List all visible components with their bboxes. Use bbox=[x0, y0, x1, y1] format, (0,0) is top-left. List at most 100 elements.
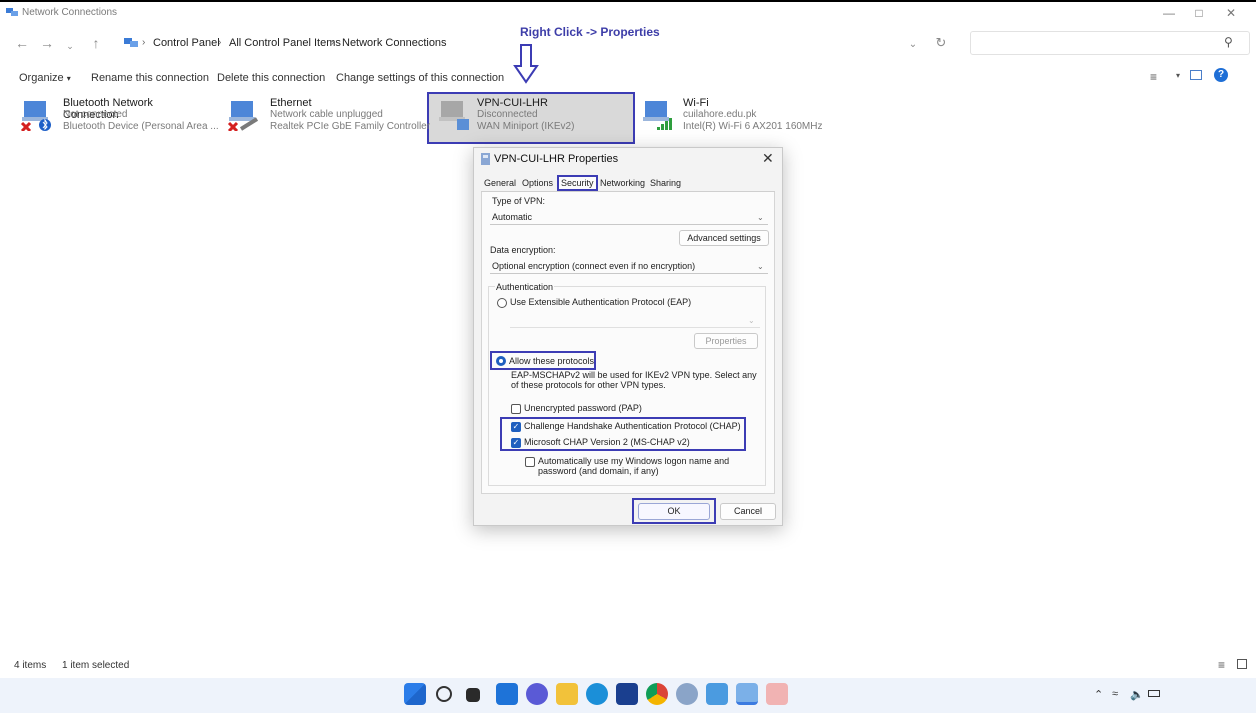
dialog-close-icon[interactable]: ✕ bbox=[762, 150, 774, 167]
snipping-tool-icon[interactable] bbox=[766, 683, 788, 705]
breadcrumb-network-connections[interactable]: Network Connections bbox=[342, 37, 447, 49]
help-icon[interactable]: ? bbox=[1214, 68, 1228, 82]
edge-icon[interactable] bbox=[586, 683, 608, 705]
change-settings-button[interactable]: Change settings of this connection bbox=[336, 72, 504, 84]
data-encryption-value: Optional encryption (connect even if no … bbox=[492, 261, 696, 271]
mschap-label: Microsoft CHAP Version 2 (MS-CHAP v2) bbox=[524, 437, 690, 447]
allow-protocols-radio[interactable] bbox=[496, 356, 506, 366]
status-selected-count: 1 item selected bbox=[62, 660, 130, 671]
tab-general[interactable]: General bbox=[484, 178, 516, 188]
preview-pane-icon[interactable] bbox=[1190, 70, 1202, 80]
back-arrow-icon[interactable]: ← bbox=[14, 36, 30, 50]
chap-checkbox[interactable]: ✓ bbox=[511, 422, 521, 432]
eap-radio[interactable] bbox=[497, 298, 507, 308]
connection-device: Bluetooth Device (Personal Area ... bbox=[63, 121, 219, 132]
refresh-icon[interactable]: ↻ bbox=[933, 36, 949, 50]
recent-locations-chevron-icon[interactable]: ⌄ bbox=[62, 39, 78, 53]
chrome-icon[interactable] bbox=[646, 683, 668, 705]
rename-connection-button[interactable]: Rename this connection bbox=[91, 72, 209, 84]
close-window-button[interactable]: ✕ bbox=[1216, 4, 1246, 22]
network-app-icon[interactable] bbox=[706, 683, 728, 705]
organize-menu[interactable]: Organize ▾ bbox=[19, 72, 71, 84]
pap-label: Unencrypted password (PAP) bbox=[524, 403, 642, 413]
minimize-button[interactable]: — bbox=[1154, 4, 1184, 22]
eap-properties-button: Properties bbox=[694, 333, 758, 349]
breadcrumb-separator: › bbox=[218, 37, 222, 48]
tab-security[interactable]: Security bbox=[557, 175, 598, 191]
ethernet-network-icon bbox=[227, 101, 259, 131]
breadcrumb-separator: › bbox=[331, 37, 335, 48]
delete-connection-button[interactable]: Delete this connection bbox=[217, 72, 325, 84]
connection-device: Realtek PCIe GbE Family Controller bbox=[270, 121, 431, 132]
mschap-checkbox[interactable]: ✓ bbox=[511, 438, 521, 448]
organize-chevron-icon: ▾ bbox=[66, 74, 71, 83]
annotation-down-arrow-icon bbox=[513, 44, 539, 84]
battery-tray-icon[interactable] bbox=[1148, 690, 1160, 697]
connection-bluetooth[interactable]: Bluetooth Network Connection Not connect… bbox=[20, 97, 219, 145]
authentication-label: Authentication bbox=[495, 282, 555, 292]
allow-protocols-label: Allow these protocols bbox=[509, 356, 595, 366]
control-panel-taskbar-icon[interactable] bbox=[736, 683, 758, 705]
breadcrumb-control-panel[interactable]: Control Panel bbox=[153, 37, 220, 49]
address-dropdown-chevron-icon[interactable]: ⌄ bbox=[905, 38, 921, 52]
start-icon[interactable] bbox=[404, 683, 426, 705]
search-icon[interactable]: ⚲ bbox=[1224, 35, 1233, 49]
settings-icon[interactable] bbox=[676, 683, 698, 705]
tab-sharing[interactable]: Sharing bbox=[650, 178, 681, 188]
tab-networking[interactable]: Networking bbox=[600, 178, 645, 188]
connection-status: Disconnected bbox=[477, 109, 538, 120]
cancel-button[interactable]: Cancel bbox=[720, 503, 776, 520]
up-arrow-icon[interactable]: ↑ bbox=[88, 36, 104, 50]
annotation-text: Right Click -> Properties bbox=[520, 25, 660, 39]
view-options-chevron-icon[interactable]: ▾ bbox=[1176, 71, 1180, 80]
wifi-network-icon bbox=[643, 101, 672, 130]
maximize-button[interactable]: □ bbox=[1184, 4, 1214, 22]
wifi-tray-icon[interactable]: ≈ bbox=[1112, 688, 1118, 700]
status-item-count: 4 items bbox=[14, 660, 47, 671]
tab-options[interactable]: Options bbox=[522, 178, 553, 188]
chat-icon[interactable] bbox=[526, 683, 548, 705]
eap-method-chevron-icon: ⌄ bbox=[748, 316, 755, 325]
network-connections-app-icon bbox=[6, 8, 18, 16]
type-of-vpn-select[interactable]: Automatic bbox=[490, 210, 768, 225]
chap-label: Challenge Handshake Authentication Proto… bbox=[524, 421, 741, 431]
eap-method-select bbox=[510, 313, 760, 328]
connection-vpn[interactable]: VPN-CUI-LHR Disconnected WAN Miniport (I… bbox=[437, 97, 627, 145]
ok-button[interactable]: OK bbox=[638, 503, 710, 520]
data-encryption-label: Data encryption: bbox=[490, 245, 556, 255]
show-hidden-icons-chevron[interactable]: ⌃ bbox=[1094, 688, 1103, 701]
type-of-vpn-label: Type of VPN: bbox=[492, 196, 546, 206]
organize-label: Organize bbox=[19, 72, 64, 84]
store-icon[interactable] bbox=[616, 683, 638, 705]
search-taskbar-icon[interactable] bbox=[436, 686, 452, 702]
autologon-checkbox[interactable] bbox=[525, 457, 535, 467]
connection-status: cuilahore.edu.pk bbox=[683, 109, 757, 120]
widgets-icon[interactable] bbox=[496, 683, 518, 705]
connection-wifi[interactable]: Wi-Fi cuilahore.edu.pk Intel(R) Wi-Fi 6 … bbox=[641, 97, 841, 145]
connection-ethernet[interactable]: Ethernet Network cable unplugged Realtek… bbox=[227, 97, 430, 145]
autologon-label-line2: password (and domain, if any) bbox=[538, 466, 659, 476]
eap-option-label: Use Extensible Authentication Protocol (… bbox=[510, 297, 692, 307]
pap-checkbox[interactable] bbox=[511, 404, 521, 414]
change-view-icon[interactable]: ≡ bbox=[1150, 70, 1157, 84]
connection-name: Wi-Fi bbox=[683, 97, 709, 109]
task-view-icon[interactable] bbox=[466, 688, 480, 702]
advanced-settings-button[interactable]: Advanced settings bbox=[679, 230, 769, 246]
forward-arrow-icon[interactable]: → bbox=[39, 36, 55, 50]
breadcrumb-all-items[interactable]: All Control Panel Items bbox=[229, 37, 341, 49]
file-explorer-icon[interactable] bbox=[556, 683, 578, 705]
volume-tray-icon[interactable]: 🔈 bbox=[1130, 688, 1144, 701]
control-panel-icon bbox=[124, 38, 138, 47]
protocols-note-line1: EAP-MSCHAPv2 will be used for IKEv2 VPN … bbox=[511, 370, 757, 380]
connection-status: Not connected bbox=[63, 109, 128, 120]
connection-name: Ethernet bbox=[270, 97, 312, 109]
vpn-network-icon bbox=[439, 101, 469, 130]
type-of-vpn-value: Automatic bbox=[492, 212, 533, 222]
large-icons-view-icon[interactable] bbox=[1237, 659, 1247, 669]
search-input[interactable] bbox=[970, 31, 1250, 55]
connection-device: WAN Miniport (IKEv2) bbox=[477, 121, 575, 132]
data-encryption-select[interactable]: Optional encryption (connect even if no … bbox=[490, 259, 768, 274]
details-view-icon[interactable]: ≡ bbox=[1218, 658, 1225, 672]
connection-status: Network cable unplugged bbox=[270, 109, 383, 120]
bluetooth-network-icon bbox=[20, 101, 51, 131]
